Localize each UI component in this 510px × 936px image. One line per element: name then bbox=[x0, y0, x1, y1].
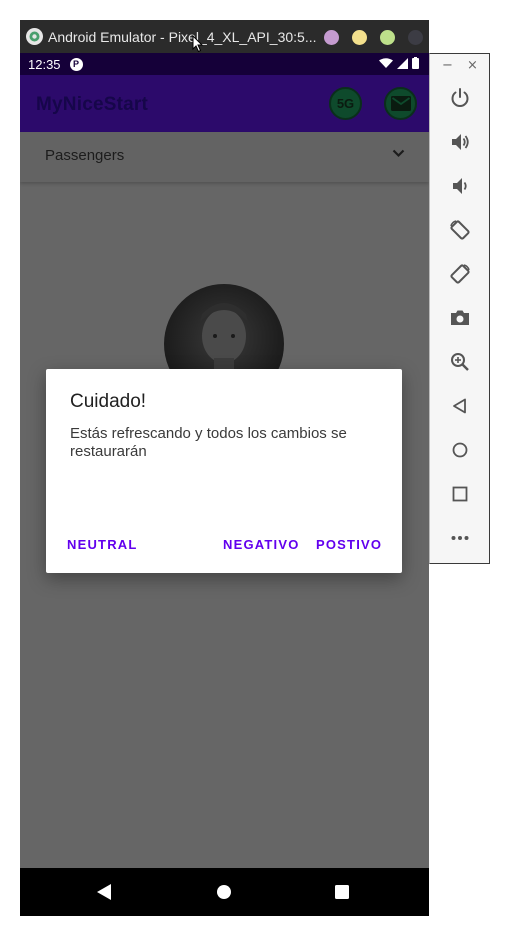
power-icon bbox=[451, 88, 469, 107]
app-bar: MyNiceStart 5G bbox=[20, 75, 429, 132]
emulator-window-title: Android Emulator - Pixel_4_XL_API_30:5..… bbox=[48, 28, 317, 45]
status-bar: 12:35 P bbox=[20, 53, 429, 75]
rotate-left-icon bbox=[450, 220, 470, 240]
overview-icon bbox=[452, 486, 468, 502]
home-button[interactable] bbox=[446, 436, 474, 464]
signal-icon bbox=[397, 57, 408, 69]
mail-icon bbox=[390, 96, 411, 111]
rotate-right-button[interactable] bbox=[446, 260, 474, 288]
positive-button[interactable]: POSTIVO bbox=[316, 537, 382, 552]
emulator-app-icon bbox=[26, 28, 43, 45]
alert-dialog: Cuidado! Estás refrescando y todos los c… bbox=[46, 369, 402, 573]
nav-home-icon[interactable] bbox=[216, 884, 232, 900]
volume-down-button[interactable] bbox=[446, 172, 474, 200]
rotate-left-button[interactable] bbox=[446, 216, 474, 244]
back-button[interactable] bbox=[446, 392, 474, 420]
window-dot-purple[interactable] bbox=[324, 30, 339, 45]
rotate-right-icon bbox=[450, 264, 470, 284]
notification-app-icon: P bbox=[69, 57, 83, 71]
battery-icon bbox=[412, 57, 419, 69]
mouse-cursor-icon bbox=[192, 35, 204, 53]
zoom-in-icon bbox=[451, 353, 469, 371]
power-button[interactable] bbox=[446, 84, 474, 112]
window-minimize-button[interactable] bbox=[352, 30, 367, 45]
window-close-button[interactable] bbox=[408, 30, 423, 45]
nav-overview-icon[interactable] bbox=[335, 885, 349, 899]
spinner-selected-value: Passengers bbox=[45, 147, 125, 164]
screenshot-button[interactable] bbox=[446, 304, 474, 332]
more-button[interactable] bbox=[446, 524, 474, 552]
overview-button[interactable] bbox=[446, 480, 474, 508]
system-navigation-bar bbox=[20, 868, 429, 916]
volume-down-icon bbox=[453, 178, 467, 194]
negative-button[interactable]: NEGATIVO bbox=[223, 537, 300, 552]
emulator-title-bar[interactable]: Android Emulator - Pixel_4_XL_API_30:5..… bbox=[20, 20, 429, 53]
volume-up-icon bbox=[452, 134, 469, 150]
zoom-button[interactable] bbox=[446, 348, 474, 376]
passenger-spinner[interactable]: Passengers bbox=[20, 132, 429, 182]
emulator-side-toolbar: − × bbox=[429, 53, 490, 564]
neutral-button[interactable]: NEUTRAL bbox=[67, 537, 138, 552]
dialog-title: Cuidado! bbox=[70, 391, 147, 412]
back-icon bbox=[453, 398, 466, 414]
toolbar-close-button[interactable]: × bbox=[467, 58, 478, 73]
more-icon bbox=[451, 536, 469, 540]
wifi-icon bbox=[379, 57, 393, 68]
chevron-down-icon bbox=[392, 149, 405, 158]
volume-up-button[interactable] bbox=[446, 128, 474, 156]
app-title: MyNiceStart bbox=[36, 94, 149, 115]
toolbar-minimize-button[interactable]: − bbox=[442, 58, 453, 73]
dialog-message: Estás refrescando y todos los cambios se… bbox=[70, 425, 347, 460]
home-icon bbox=[452, 442, 468, 458]
status-time: 12:35 bbox=[28, 56, 61, 72]
nav-back-icon[interactable] bbox=[97, 884, 111, 900]
window-maximize-button[interactable] bbox=[380, 30, 395, 45]
camera-icon bbox=[451, 310, 469, 325]
action-5g-button[interactable]: 5G bbox=[329, 87, 362, 120]
action-mail-button[interactable] bbox=[384, 87, 417, 120]
